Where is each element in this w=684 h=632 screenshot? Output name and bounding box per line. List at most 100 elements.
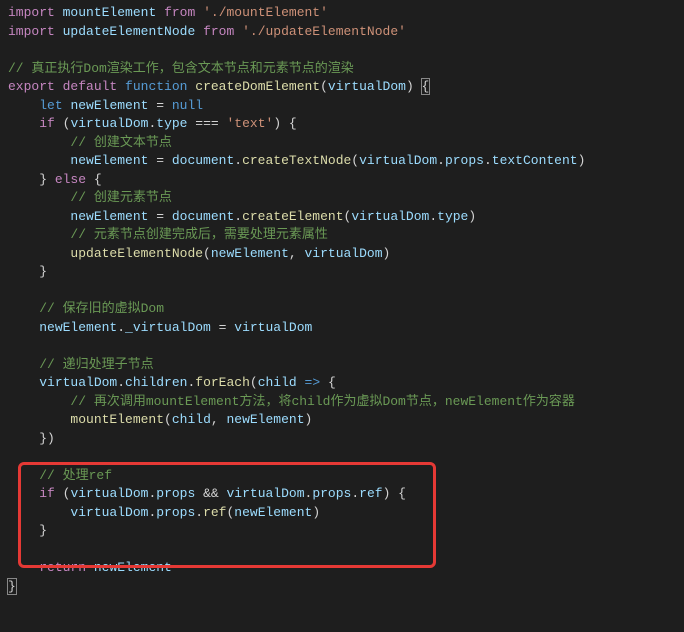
code-line[interactable] bbox=[8, 448, 676, 467]
code-token: forEach bbox=[195, 375, 250, 390]
code-token bbox=[55, 5, 63, 20]
code-token: ( bbox=[55, 486, 71, 501]
code-line[interactable] bbox=[8, 41, 676, 60]
code-token: createElement bbox=[242, 209, 343, 224]
code-token bbox=[55, 24, 63, 39]
code-line[interactable]: } bbox=[8, 522, 676, 541]
code-token: , bbox=[289, 246, 305, 261]
code-token: virtualDom bbox=[70, 505, 148, 520]
code-token: null bbox=[172, 98, 203, 113]
code-token: . bbox=[234, 153, 242, 168]
code-line[interactable]: }) bbox=[8, 430, 676, 449]
code-token: { bbox=[86, 172, 102, 187]
code-token: = bbox=[211, 320, 234, 335]
code-token: props bbox=[445, 153, 484, 168]
code-token: newElement bbox=[70, 209, 148, 224]
code-token: { bbox=[421, 78, 431, 95]
code-token: ( bbox=[320, 79, 328, 94]
code-token: return bbox=[39, 560, 86, 575]
code-line[interactable]: import updateElementNode from './updateE… bbox=[8, 23, 676, 42]
code-line[interactable]: } bbox=[8, 263, 676, 282]
code-token: . bbox=[351, 486, 359, 501]
code-token: function bbox=[125, 79, 187, 94]
code-line[interactable] bbox=[8, 282, 676, 301]
code-line[interactable]: if (virtualDom.props && virtualDom.props… bbox=[8, 485, 676, 504]
code-token: createDomElement bbox=[195, 79, 320, 94]
code-token: newElement bbox=[94, 560, 172, 575]
code-token bbox=[195, 5, 203, 20]
code-token: updateElementNode bbox=[70, 246, 203, 261]
code-token: createTextNode bbox=[242, 153, 351, 168]
code-token bbox=[297, 375, 305, 390]
code-token: ref bbox=[203, 505, 226, 520]
code-line[interactable]: // 元素节点创建完成后，需要处理元素属性 bbox=[8, 226, 676, 245]
code-line[interactable]: newElement = document.createTextNode(vir… bbox=[8, 152, 676, 171]
code-token bbox=[55, 79, 63, 94]
code-line[interactable]: // 创建元素节点 bbox=[8, 189, 676, 208]
code-token: textContent bbox=[492, 153, 578, 168]
code-line[interactable]: // 再次调用mountElement方法，将child作为虚拟Dom节点，ne… bbox=[8, 393, 676, 412]
code-token: ) bbox=[305, 412, 313, 427]
code-line[interactable]: } else { bbox=[8, 171, 676, 190]
code-editor[interactable]: import mountElement from './mountElement… bbox=[8, 4, 676, 596]
code-token: mountElement bbox=[63, 5, 157, 20]
code-line[interactable]: virtualDom.children.forEach(child => { bbox=[8, 374, 676, 393]
code-token bbox=[86, 560, 94, 575]
code-token: newElement bbox=[234, 505, 312, 520]
code-token: document bbox=[172, 209, 234, 224]
code-token: = bbox=[148, 153, 171, 168]
code-token: virtualDom bbox=[304, 246, 382, 261]
code-token: // 保存旧的虚拟Dom bbox=[39, 301, 164, 316]
code-token: ref bbox=[359, 486, 382, 501]
code-token: mountElement bbox=[70, 412, 164, 427]
code-line[interactable]: // 保存旧的虚拟Dom bbox=[8, 300, 676, 319]
code-token: , bbox=[211, 412, 227, 427]
code-token: ) bbox=[383, 246, 391, 261]
code-token: ) bbox=[312, 505, 320, 520]
code-token: child bbox=[172, 412, 211, 427]
code-token: newElement bbox=[226, 412, 304, 427]
code-token: newElement bbox=[70, 153, 148, 168]
code-line[interactable]: return newElement bbox=[8, 559, 676, 578]
code-token: export bbox=[8, 79, 55, 94]
code-line[interactable]: virtualDom.props.ref(newElement) bbox=[8, 504, 676, 523]
code-token: // 创建元素节点 bbox=[70, 190, 171, 205]
code-token: type bbox=[437, 209, 468, 224]
code-line[interactable] bbox=[8, 337, 676, 356]
code-token: virtualDom bbox=[234, 320, 312, 335]
code-token: . bbox=[484, 153, 492, 168]
code-token: updateElementNode bbox=[63, 24, 196, 39]
code-line[interactable] bbox=[8, 541, 676, 560]
code-line[interactable]: updateElementNode(newElement, virtualDom… bbox=[8, 245, 676, 264]
code-line[interactable]: newElement._virtualDom = virtualDom bbox=[8, 319, 676, 338]
code-token: _virtualDom bbox=[125, 320, 211, 335]
code-token: => bbox=[305, 375, 321, 390]
code-line[interactable]: // 真正执行Dom渲染工作，包含文本节点和元素节点的渲染 bbox=[8, 60, 676, 79]
code-token: = bbox=[148, 209, 171, 224]
code-token bbox=[156, 5, 164, 20]
code-token: type bbox=[156, 116, 187, 131]
code-token: './updateElementNode' bbox=[242, 24, 406, 39]
code-token: // 再次调用mountElement方法，将child作为虚拟Dom节点，ne… bbox=[70, 394, 574, 409]
code-line[interactable]: export default function createDomElement… bbox=[8, 78, 676, 97]
code-line[interactable]: let newElement = null bbox=[8, 97, 676, 116]
code-line[interactable]: newElement = document.createElement(virt… bbox=[8, 208, 676, 227]
code-token: virtualDom bbox=[227, 486, 305, 501]
code-token: props bbox=[312, 486, 351, 501]
code-token: ) bbox=[578, 153, 586, 168]
code-line[interactable]: mountElement(child, newElement) bbox=[8, 411, 676, 430]
code-token bbox=[234, 24, 242, 39]
code-token: // 递归处理子节点 bbox=[39, 357, 153, 372]
code-line[interactable]: // 递归处理子节点 bbox=[8, 356, 676, 375]
code-token: from bbox=[164, 5, 195, 20]
code-line[interactable]: import mountElement from './mountElement… bbox=[8, 4, 676, 23]
code-line[interactable]: // 处理ref bbox=[8, 467, 676, 486]
code-token: if bbox=[39, 116, 55, 131]
code-token: ( bbox=[164, 412, 172, 427]
code-token: ) { bbox=[383, 486, 406, 501]
code-line[interactable]: } bbox=[8, 578, 676, 597]
code-line[interactable]: // 创建文本节点 bbox=[8, 134, 676, 153]
code-token: './mountElement' bbox=[203, 5, 328, 20]
code-line[interactable]: if (virtualDom.type === 'text') { bbox=[8, 115, 676, 134]
code-token: child bbox=[258, 375, 297, 390]
